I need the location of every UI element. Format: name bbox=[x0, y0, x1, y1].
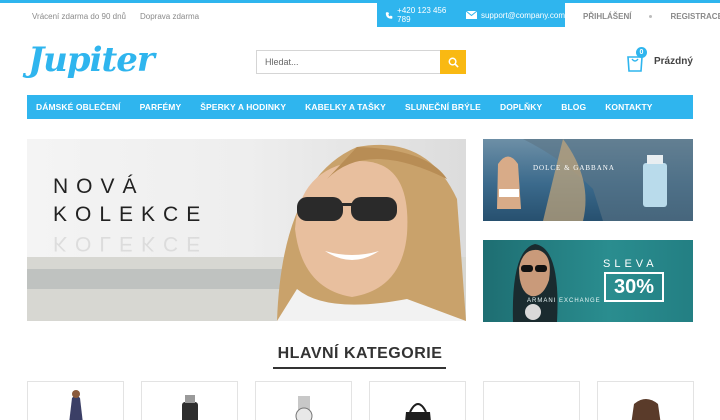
sale-banner[interactable]: SLEVA 30% ARMANI EXCHANGE bbox=[483, 240, 693, 322]
category-card-jewelry[interactable] bbox=[255, 381, 352, 420]
phone-contact[interactable]: +420 123 456 789 bbox=[385, 6, 456, 24]
separator-dot bbox=[649, 15, 653, 18]
scarf-image bbox=[631, 399, 661, 420]
sale-percentage: 30% bbox=[604, 272, 664, 302]
nav-item-sunglasses[interactable]: SLUNEČNÍ BRÝLE bbox=[405, 102, 481, 112]
nav-item-womens-clothing[interactable]: DÁMSKÉ OBLEČENÍ bbox=[36, 102, 121, 112]
register-link[interactable]: REGISTRACE bbox=[670, 12, 720, 21]
watch-image bbox=[295, 396, 313, 420]
dress-image bbox=[69, 390, 83, 420]
free-returns-text: Vrácení zdarma do 90 dnů bbox=[32, 12, 126, 21]
email-contact[interactable]: support@company.com bbox=[465, 10, 565, 20]
categories-heading: HLAVNÍ KATEGORIE bbox=[277, 345, 443, 362]
hero-title-reflection: KOLEKCE bbox=[53, 232, 209, 255]
cart[interactable]: 0 Prázdný bbox=[626, 47, 693, 72]
phone-number: +420 123 456 789 bbox=[397, 6, 447, 24]
login-link[interactable]: PŘIHLÁŠENÍ bbox=[583, 12, 631, 21]
nav-item-blog[interactable]: BLOG bbox=[561, 102, 586, 112]
search-icon bbox=[448, 57, 459, 68]
dolce-gabbana-banner[interactable]: DOLCE & GABBANA bbox=[483, 139, 693, 221]
category-card-accessories[interactable] bbox=[597, 381, 694, 420]
nav-item-accessories[interactable]: DOPLŇKY bbox=[500, 102, 542, 112]
site-logo[interactable]: Jupiter bbox=[28, 40, 155, 80]
free-shipping-text: Doprava zdarma bbox=[139, 12, 200, 21]
search-input[interactable] bbox=[256, 50, 440, 74]
sunglasses-image bbox=[484, 382, 580, 420]
hero-title: NOVÁ KOLEKCE bbox=[53, 173, 208, 229]
banner-beach-image bbox=[497, 139, 693, 221]
nav-item-handbags[interactable]: KABELKY A TAŠKY bbox=[305, 102, 386, 112]
nav-item-jewelry-watches[interactable]: ŠPERKY A HODINKY bbox=[200, 102, 286, 112]
search-form bbox=[256, 50, 466, 74]
hero-banner[interactable]: NOVÁ KOLEKCE KOLEKCE bbox=[27, 139, 466, 321]
nav-item-contacts[interactable]: KONTAKTY bbox=[605, 102, 652, 112]
main-nav: DÁMSKÉ OBLEČENÍ PARFÉMY ŠPERKY A HODINKY… bbox=[27, 95, 693, 119]
topbar: Vrácení zdarma do 90 dnů Doprava zdarma … bbox=[0, 3, 720, 27]
cart-icon: 0 bbox=[626, 47, 647, 72]
hero-title-line-2: KOLEKCE bbox=[53, 203, 209, 226]
search-button[interactable] bbox=[440, 50, 466, 74]
nav-item-perfumes[interactable]: PARFÉMY bbox=[140, 102, 182, 112]
phone-icon bbox=[385, 11, 393, 19]
perfume-image bbox=[182, 395, 198, 420]
cart-status: Prázdný bbox=[654, 55, 693, 67]
sale-word: SLEVA bbox=[603, 258, 658, 270]
heading-underline bbox=[273, 367, 446, 369]
topbar-info: Vrácení zdarma do 90 dnů Doprava zdarma bbox=[32, 12, 199, 21]
category-card-perfumes[interactable] bbox=[141, 381, 238, 420]
envelope-icon bbox=[465, 11, 477, 19]
category-card-sunglasses[interactable] bbox=[483, 381, 580, 420]
contact-box: +420 123 456 789 support@company.com bbox=[377, 3, 565, 27]
hero-title-line-1: NOVÁ bbox=[53, 175, 145, 198]
email-address: support@company.com bbox=[480, 10, 565, 20]
banner-brand-text: ARMANI EXCHANGE bbox=[527, 298, 601, 304]
banner-brand-text: DOLCE & GABBANA bbox=[533, 164, 615, 172]
category-card-clothing[interactable] bbox=[27, 381, 124, 420]
category-card-handbags[interactable] bbox=[369, 381, 466, 420]
account-links: PŘIHLÁŠENÍ REGISTRACE bbox=[583, 12, 720, 21]
handbag-image bbox=[405, 403, 431, 420]
cart-count-badge: 0 bbox=[636, 47, 647, 58]
